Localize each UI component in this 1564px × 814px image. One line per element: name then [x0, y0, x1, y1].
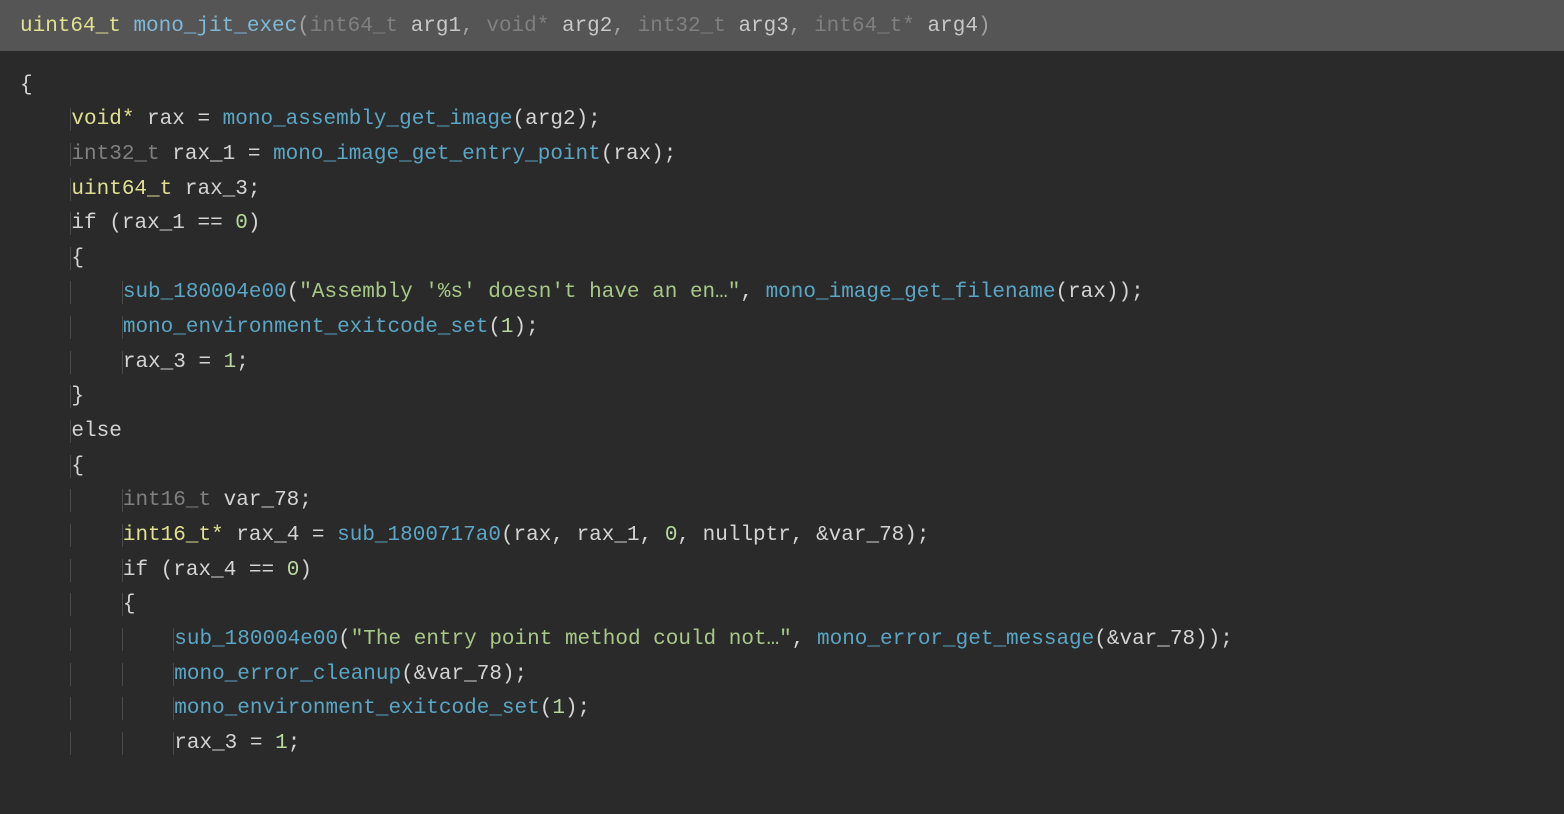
var: var_78	[224, 489, 300, 512]
type: int16_t*	[123, 524, 224, 547]
op: =	[299, 524, 337, 547]
op: =	[185, 108, 223, 131]
var: rax	[147, 108, 185, 131]
param3-name: arg3	[738, 15, 788, 38]
sep: ,	[789, 15, 814, 38]
var: rax_3	[123, 351, 186, 374]
keyword-if: if	[123, 559, 148, 582]
sep: ,	[461, 15, 486, 38]
param3-type: int32_t	[638, 15, 726, 38]
sep: ,	[551, 524, 576, 547]
sep: ,	[612, 15, 637, 38]
arg: rax	[514, 524, 552, 547]
var: rax_3	[174, 732, 237, 755]
number: 0	[287, 559, 300, 582]
nullptr: nullptr	[703, 524, 791, 547]
separator-gap	[0, 51, 1564, 69]
string-literal: "Assembly '%s' doesn't have an en…"	[299, 281, 740, 304]
function-call[interactable]: mono_image_get_filename	[766, 281, 1056, 304]
paren: (	[97, 212, 122, 235]
brace: {	[71, 247, 84, 270]
function-name[interactable]: mono_jit_exec	[133, 15, 297, 38]
brace: {	[71, 455, 84, 478]
function-call[interactable]: sub_1800717a0	[337, 524, 501, 547]
paren: (&	[401, 663, 426, 686]
string-literal: "The entry point method could not…"	[351, 628, 792, 651]
brace: }	[71, 385, 84, 408]
arg: arg2	[525, 108, 575, 131]
param4-type: int64_t*	[814, 15, 915, 38]
number: 0	[235, 212, 248, 235]
param4-name: arg4	[928, 15, 978, 38]
sep: ,	[740, 281, 765, 304]
function-call[interactable]: sub_180004e00	[174, 628, 338, 651]
function-call[interactable]: mono_error_cleanup	[174, 663, 401, 686]
sep: ,	[677, 524, 702, 547]
paren: )	[248, 212, 261, 235]
arg: rax_1	[577, 524, 640, 547]
type: int32_t	[71, 143, 159, 166]
type: void*	[71, 108, 134, 131]
sep: ,	[792, 628, 817, 651]
var: rax_1	[172, 143, 235, 166]
number: 1	[275, 732, 288, 755]
var: rax_3	[185, 178, 248, 201]
function-signature-bar: uint64_t mono_jit_exec(int64_t arg1, voi…	[0, 4, 1564, 51]
number: 1	[552, 697, 565, 720]
keyword-if: if	[71, 212, 96, 235]
param1-name: arg1	[411, 15, 461, 38]
type: uint64_t	[71, 178, 172, 201]
brace: {	[123, 593, 136, 616]
paren-open: (	[297, 15, 310, 38]
function-call[interactable]: mono_error_get_message	[817, 628, 1094, 651]
arg: rax	[1068, 281, 1106, 304]
arg: var_78	[829, 524, 905, 547]
sep: ,	[640, 524, 665, 547]
arg: var_78	[1119, 628, 1195, 651]
var: rax_4	[236, 524, 299, 547]
sep: , &	[791, 524, 829, 547]
number: 1	[224, 351, 237, 374]
paren: (&	[1094, 628, 1119, 651]
paren-close: )	[978, 15, 991, 38]
number: 0	[665, 524, 678, 547]
decompiled-code[interactable]: { void* rax = mono_assembly_get_image ( ar…	[0, 69, 1564, 782]
paren: )	[299, 559, 312, 582]
arg: rax	[613, 143, 651, 166]
function-call[interactable]: mono_image_get_entry_point	[273, 143, 601, 166]
keyword-else: else	[71, 420, 121, 443]
param1-type: int64_t	[310, 15, 398, 38]
brace: {	[20, 74, 33, 97]
op: ==	[185, 212, 235, 235]
var: rax_1	[122, 212, 185, 235]
op: ==	[236, 559, 286, 582]
param2-type: void*	[486, 15, 549, 38]
var: rax_4	[173, 559, 236, 582]
function-call[interactable]: sub_180004e00	[123, 281, 287, 304]
number: 1	[501, 316, 514, 339]
return-type: uint64_t	[20, 15, 121, 38]
op: =	[186, 351, 224, 374]
arg: var_78	[426, 663, 502, 686]
op: =	[235, 143, 273, 166]
param2-name: arg2	[562, 15, 612, 38]
type: int16_t	[123, 489, 211, 512]
function-call[interactable]: mono_environment_exitcode_set	[174, 697, 539, 720]
paren: (	[148, 559, 173, 582]
function-call[interactable]: mono_environment_exitcode_set	[123, 316, 488, 339]
op: =	[237, 732, 275, 755]
function-call[interactable]: mono_assembly_get_image	[223, 108, 513, 131]
